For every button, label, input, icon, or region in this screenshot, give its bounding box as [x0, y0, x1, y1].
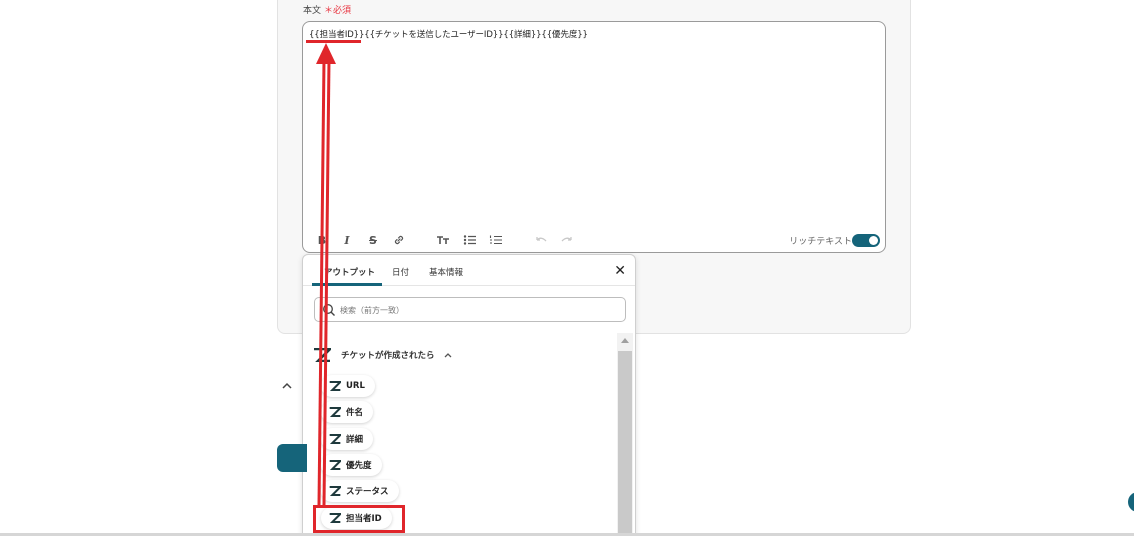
link-button[interactable] [391, 233, 407, 247]
picker-tabs: アウトプット 日付 基本情報 ✕ [303, 255, 635, 286]
output-chip-detail[interactable]: 詳細 [321, 428, 374, 450]
group-header[interactable]: チケットが作成されたら [313, 345, 453, 365]
close-icon[interactable]: ✕ [614, 264, 626, 278]
italic-button[interactable]: I [339, 233, 355, 247]
scroll-up-icon[interactable] [621, 338, 629, 343]
output-chip-subject[interactable]: 件名 [321, 401, 374, 423]
chip-label: 優先度 [346, 461, 372, 471]
bullet-list-button[interactable] [462, 233, 478, 247]
group-title: チケットが作成されたら [341, 351, 435, 361]
help-bubble[interactable] [1128, 492, 1134, 512]
required-badge: ＊必須 [324, 6, 352, 16]
rich-text-label: リッチテキスト [789, 237, 852, 247]
chip-label: URL [346, 381, 365, 391]
chevron-up-icon[interactable] [281, 380, 293, 392]
numbered-list-icon [489, 235, 502, 245]
undo-icon [536, 237, 547, 242]
zendesk-logo-icon [329, 381, 341, 391]
output-chip-url[interactable]: URL [321, 375, 375, 397]
body-label-text: 本文 [303, 6, 322, 16]
search-input[interactable] [340, 302, 610, 318]
chip-label: ステータス [346, 487, 389, 497]
primary-button[interactable] [277, 444, 307, 472]
redo-button[interactable] [559, 233, 575, 247]
tab-output[interactable]: アウトプット [324, 266, 375, 278]
strikethrough-button[interactable]: S [365, 233, 381, 247]
output-chip-priority[interactable]: 優先度 [321, 454, 382, 476]
page: 本文 ＊必須 {{担当者ID}}{{チケットを送信したユーザーID}}{{詳細}}… [0, 0, 1134, 536]
body-field-label: 本文 ＊必須 [303, 3, 351, 16]
zendesk-logo-icon [329, 434, 341, 444]
tab-basic-info[interactable]: 基本情報 [429, 266, 463, 278]
scroll-thumb[interactable] [618, 351, 632, 536]
chip-label: 件名 [346, 408, 364, 418]
heading-button[interactable] [435, 233, 451, 247]
zendesk-logo-icon [329, 407, 341, 417]
variable-picker-popup: アウトプット 日付 基本情報 ✕ チケットが作成されたら URL 件名 [302, 254, 636, 536]
chevron-up-icon[interactable] [443, 350, 453, 360]
scrollbar[interactable] [617, 333, 633, 536]
search-field[interactable] [314, 297, 626, 322]
zendesk-logo-icon [314, 348, 331, 362]
chip-label: 詳細 [346, 435, 364, 445]
undo-button[interactable] [533, 233, 549, 247]
annotation-underline [306, 40, 361, 43]
redo-icon [561, 237, 572, 242]
search-icon [323, 304, 335, 316]
link-icon [394, 235, 404, 245]
zendesk-logo-icon [329, 486, 341, 496]
text-size-icon [437, 236, 449, 244]
bullet-list-icon [463, 235, 476, 245]
body-editor[interactable]: {{担当者ID}}{{チケットを送信したユーザーID}}{{詳細}}{{優先度}… [302, 21, 886, 253]
editor-toolbar: B I S リッチテキスト [303, 228, 885, 252]
zendesk-logo-icon [329, 460, 341, 470]
editor-content[interactable]: {{担当者ID}}{{チケットを送信したユーザーID}}{{詳細}}{{優先度}… [309, 28, 588, 40]
output-chip-status[interactable]: ステータス [321, 480, 399, 502]
annotation-highlight-box [313, 505, 405, 533]
numbered-list-button[interactable] [488, 233, 504, 247]
tab-date[interactable]: 日付 [392, 266, 409, 278]
bold-button[interactable]: B [314, 233, 330, 247]
rich-text-toggle[interactable] [852, 234, 880, 247]
active-tab-indicator [312, 283, 382, 286]
